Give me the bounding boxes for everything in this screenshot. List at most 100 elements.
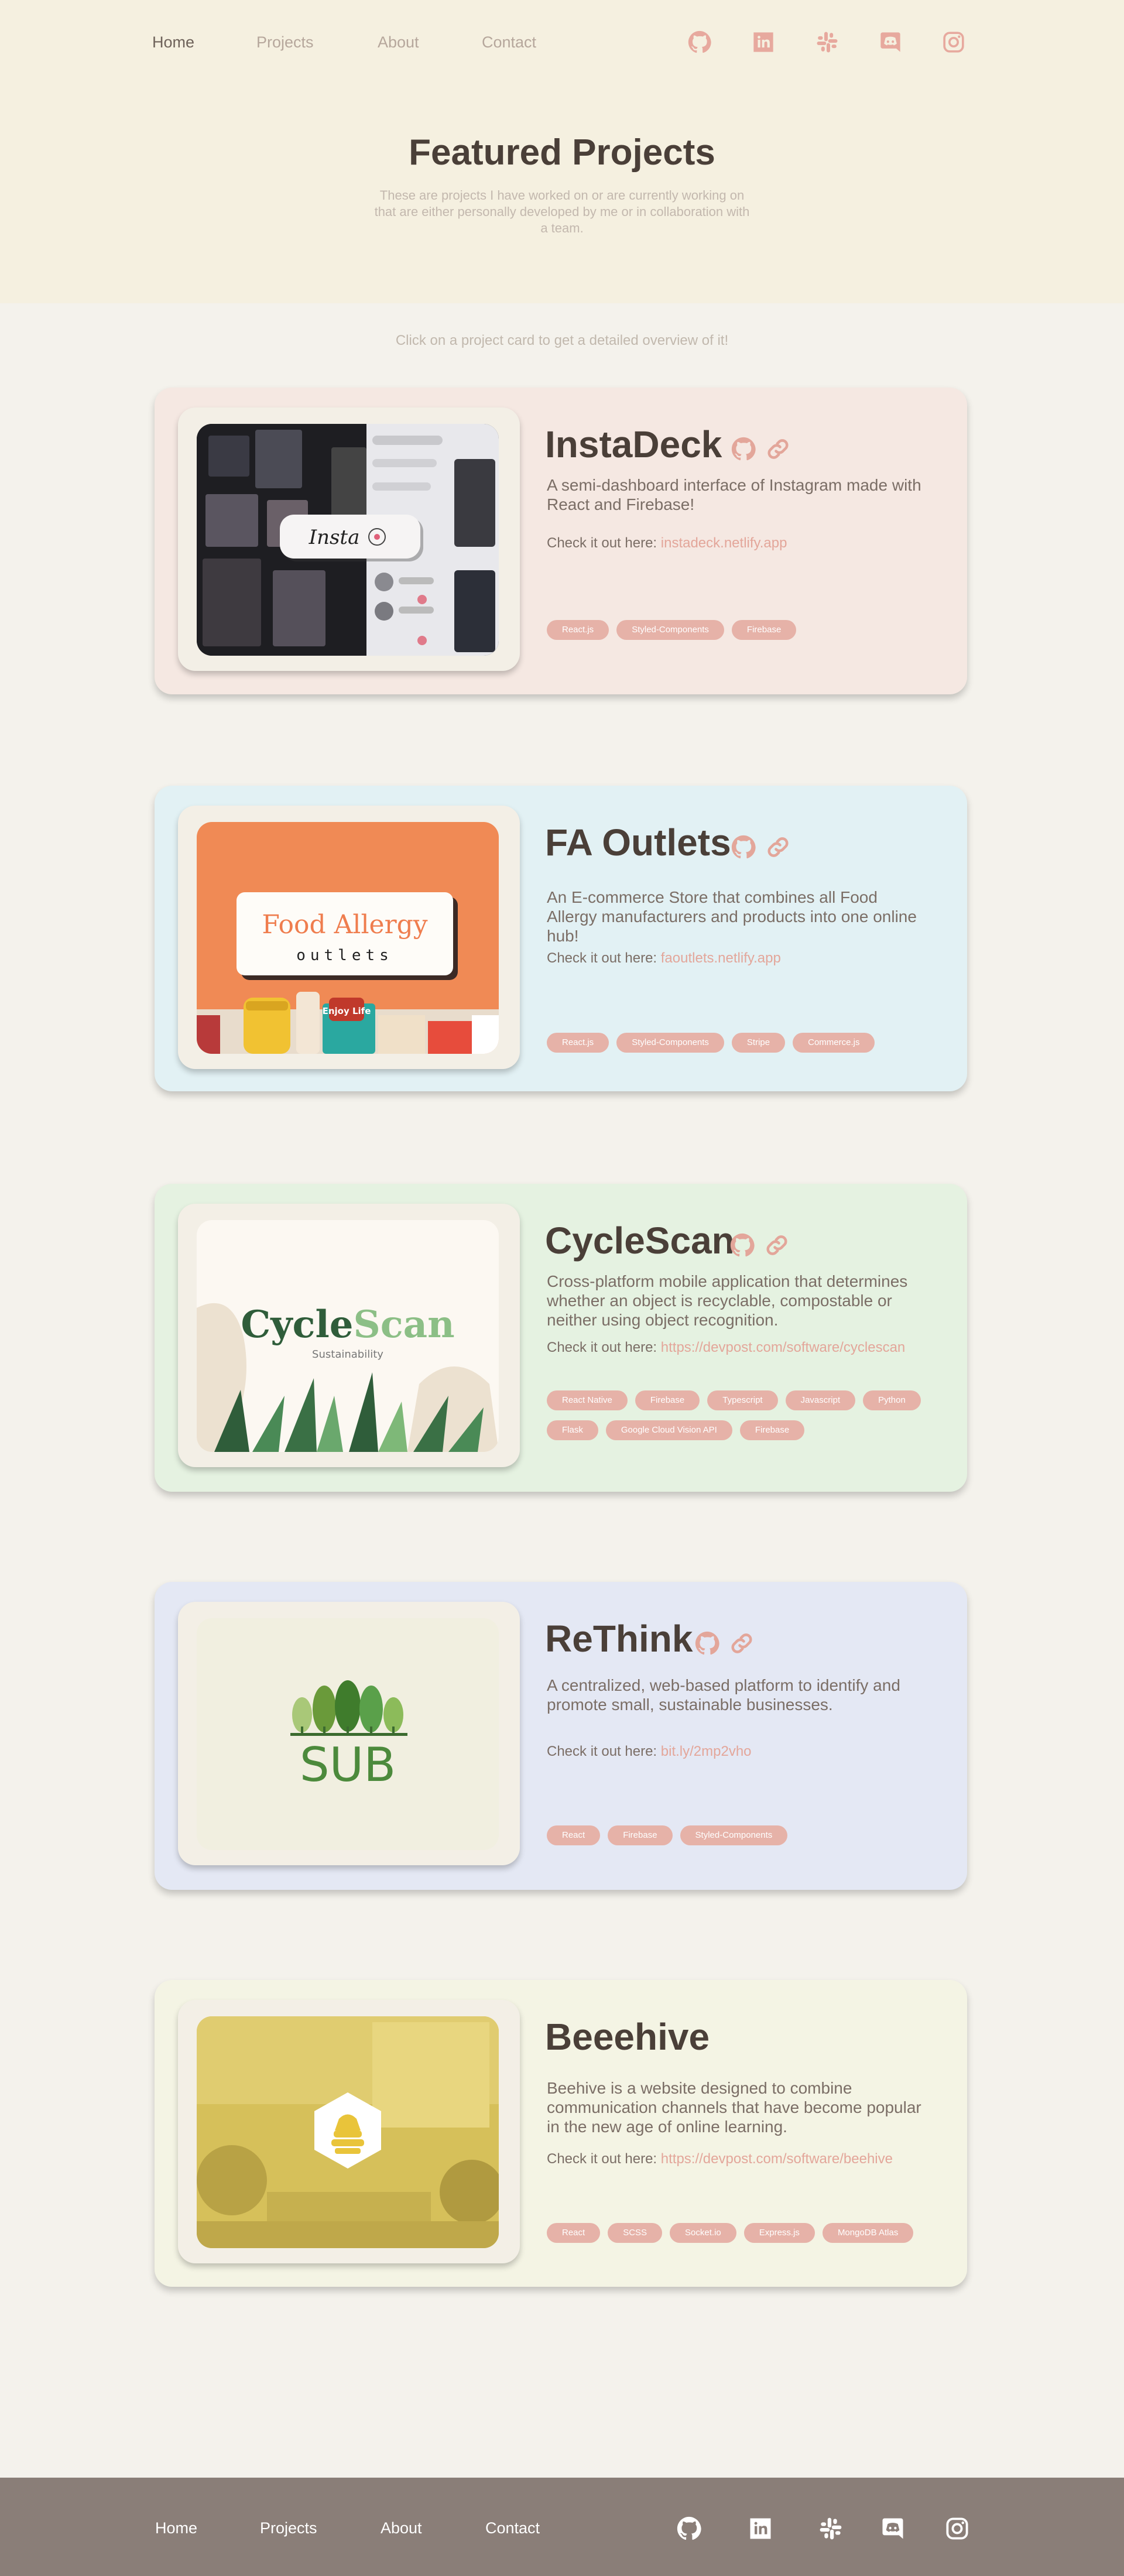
instagram-icon[interactable] xyxy=(942,30,965,54)
tech-tag: Python xyxy=(863,1390,921,1410)
project-description: A centralized, web-based platform to ide… xyxy=(547,1676,900,1714)
project-card-beeehive[interactable]: Beeehive Beehive is a website designed t… xyxy=(155,1980,967,2287)
link-icon[interactable] xyxy=(729,1631,754,1656)
github-icon[interactable] xyxy=(688,30,711,54)
project-link[interactable]: instadeck.netlify.app xyxy=(661,535,787,551)
github-icon[interactable] xyxy=(731,835,756,859)
slack-icon[interactable] xyxy=(815,30,839,54)
tech-tags: React Native Firebase Typescript Javascript… xyxy=(547,1390,951,1440)
tech-tags: React.js Styled-Components Stripe Commerce.… xyxy=(547,1033,951,1053)
project-card-fa-outlets[interactable]: Food Allergy outlets Enjoy Life FA Outle… xyxy=(155,786,967,1091)
nav-home-link[interactable]: Home xyxy=(152,30,194,54)
instagram-icon[interactable] xyxy=(945,2516,969,2541)
project-check-line: Check it out here: https://devpost.com/s… xyxy=(547,1340,905,1356)
tech-tag: React xyxy=(547,1825,601,1845)
project-image-frame: SUB xyxy=(178,1602,520,1865)
footer-projects-link[interactable]: Projects xyxy=(260,2516,317,2540)
github-icon[interactable] xyxy=(730,1233,755,1258)
tech-tag: Firebase xyxy=(739,1420,805,1440)
tech-tag: Commerce.js xyxy=(793,1033,875,1053)
project-image-frame: CycleScan Sustainability xyxy=(178,1204,520,1467)
tech-tag: Firebase xyxy=(731,620,797,640)
footer-contact-link[interactable]: Contact xyxy=(485,2516,540,2540)
tech-tag: Stripe xyxy=(731,1033,786,1053)
project-thumbnail-rethink: SUB xyxy=(197,1618,499,1850)
project-card-instadeck[interactable]: Insta InstaDeck A semi-dashboard interfa… xyxy=(155,388,967,694)
tech-tag: Typescript xyxy=(707,1390,778,1410)
project-description: Cross-platform mobile application that d… xyxy=(547,1272,908,1329)
link-icon[interactable] xyxy=(765,1233,789,1258)
footer: Home Projects About Contact xyxy=(0,2478,1124,2576)
project-link[interactable]: https://devpost.com/software/cyclescan xyxy=(661,1340,906,1355)
check-label: Check it out here: xyxy=(547,2151,661,2167)
check-label: Check it out here: xyxy=(547,1340,661,1355)
card-hint: Click on a project card to get a detaile… xyxy=(395,333,729,348)
footer-about-link[interactable]: About xyxy=(381,2516,422,2540)
svg-text:outlets: outlets xyxy=(296,947,393,964)
project-title: CycleScan xyxy=(545,1220,735,1262)
tech-tag: MongoDB Atlas xyxy=(822,2223,914,2243)
project-image-frame: Food Allergy outlets Enjoy Life xyxy=(178,806,520,1069)
top-nav: Home Projects About Contact xyxy=(0,30,1124,54)
github-icon[interactable] xyxy=(677,2516,701,2541)
tech-tag: React.js xyxy=(547,620,609,640)
project-description: Beehive is a website designed to combine… xyxy=(547,2079,921,2136)
tech-tag: SCSS xyxy=(608,2223,663,2243)
check-label: Check it out here: xyxy=(547,1743,661,1759)
project-thumbnail-instadeck: Insta xyxy=(197,424,499,656)
project-image-frame: Insta xyxy=(178,407,520,671)
project-card-cyclescan[interactable]: CycleScan Sustainability CycleScan Cross… xyxy=(155,1184,967,1492)
linkedin-icon[interactable] xyxy=(752,30,775,54)
check-label: Check it out here: xyxy=(547,535,661,551)
project-link[interactable]: faoutlets.netlify.app xyxy=(661,950,781,966)
project-description: An E-commerce Store that combines all Fo… xyxy=(547,888,917,945)
discord-icon[interactable] xyxy=(879,30,902,54)
linkedin-icon[interactable] xyxy=(748,2516,773,2541)
github-icon[interactable] xyxy=(695,1631,719,1656)
project-link[interactable]: bit.ly/2mp2vho xyxy=(661,1743,752,1759)
tech-tag: Flask xyxy=(547,1420,598,1440)
nav-about-link[interactable]: About xyxy=(378,30,419,54)
svg-text:Food Allergy: Food Allergy xyxy=(262,910,427,940)
slack-icon[interactable] xyxy=(818,2516,843,2541)
check-label: Check it out here: xyxy=(547,950,661,966)
project-check-line: Check it out here: instadeck.netlify.app xyxy=(547,535,787,551)
nav-contact-link[interactable]: Contact xyxy=(482,30,536,54)
tech-tags: React SCSS Socket.io Express.js MongoDB Atla… xyxy=(547,2223,951,2243)
tech-tag: Firebase xyxy=(608,1825,673,1845)
project-title: FA Outlets xyxy=(545,821,731,864)
nav-projects-link[interactable]: Projects xyxy=(256,30,314,54)
tech-tag: Javascript xyxy=(785,1390,856,1410)
svg-text:Insta: Insta xyxy=(309,526,360,549)
page-subtitle: These are projects I have worked on or a… xyxy=(374,188,750,235)
tech-tags: React.js Styled-Components Firebase xyxy=(547,620,951,640)
project-card-rethink[interactable]: SUB ReThink A centralized, web-based pla… xyxy=(155,1582,967,1890)
project-check-line: Check it out here: faoutlets.netlify.app xyxy=(547,950,781,967)
github-icon[interactable] xyxy=(731,437,756,461)
link-icon[interactable] xyxy=(766,437,790,461)
tech-tags: React Firebase Styled-Components xyxy=(547,1825,951,1845)
footer-home-link[interactable]: Home xyxy=(155,2516,197,2540)
tech-tag: Styled-Components xyxy=(680,1825,788,1845)
project-link[interactable]: https://devpost.com/software/beehive xyxy=(661,2151,893,2167)
tech-tag: Express.js xyxy=(743,2223,815,2243)
project-title: ReThink xyxy=(545,1618,693,1660)
tech-tag: Firebase xyxy=(635,1390,700,1410)
tech-tag: Socket.io xyxy=(670,2223,736,2243)
link-icon[interactable] xyxy=(766,835,790,859)
hero-section: Home Projects About Contact Featured Pro… xyxy=(0,0,1124,303)
project-title: Beeehive xyxy=(545,2016,710,2058)
project-thumbnail-cyclescan: CycleScan Sustainability xyxy=(197,1220,499,1452)
tech-tag: Styled-Components xyxy=(616,1033,724,1053)
svg-text:CycleScan: CycleScan xyxy=(241,1303,454,1347)
discord-icon[interactable] xyxy=(880,2516,905,2541)
project-image-frame xyxy=(178,2000,520,2263)
project-check-line: Check it out here: https://devpost.com/s… xyxy=(547,2151,893,2167)
project-thumbnail-fa-outlets: Food Allergy outlets Enjoy Life xyxy=(197,822,499,1054)
project-thumbnail-beeehive xyxy=(197,2016,499,2248)
svg-text:SUB: SUB xyxy=(300,1738,396,1792)
svg-text:Enjoy Life: Enjoy Life xyxy=(323,1006,371,1016)
tech-tag: React.js xyxy=(547,1033,609,1053)
tech-tag: Styled-Components xyxy=(616,620,724,640)
page-title: Featured Projects xyxy=(409,132,715,173)
